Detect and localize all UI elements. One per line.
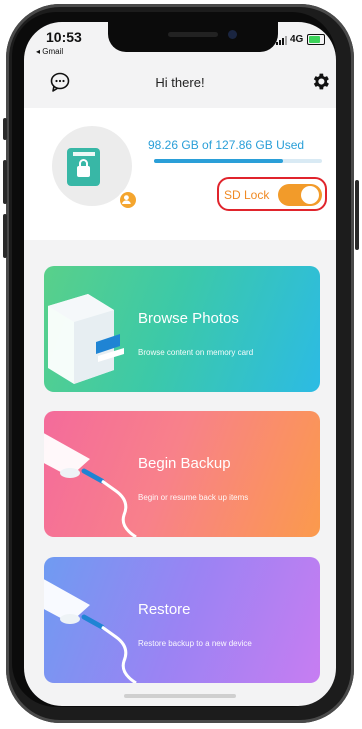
phone-cable-illustration [44, 433, 137, 537]
status-time: 10:53 [46, 29, 82, 45]
network-type: 4G [290, 34, 304, 45]
user-avatar-icon[interactable] [118, 190, 138, 210]
power-button [355, 180, 359, 250]
begin-backup-subtitle: Begin or resume back up items [138, 493, 249, 502]
browse-photos-subtitle: Browse content on memory card [138, 348, 254, 357]
browse-photos-title: Browse Photos [138, 310, 239, 327]
volume-up-button [3, 160, 7, 204]
begin-backup-card[interactable]: Begin Backup Begin or resume back up ite… [44, 411, 320, 537]
restore-title: Restore [138, 601, 191, 618]
sd-lock-toggle-knob [301, 186, 319, 204]
browse-photos-card[interactable]: Browse Photos Browse content on memory c… [44, 266, 320, 392]
front-camera [228, 30, 237, 39]
restore-card[interactable]: Restore Restore backup to a new device [44, 557, 320, 683]
gear-icon[interactable] [310, 71, 331, 92]
sd-card-lock-icon [67, 148, 100, 186]
storage-card: 98.26 GB of 127.86 GB Used SD Lock [24, 108, 336, 240]
restore-subtitle: Restore backup to a new device [138, 639, 252, 648]
speaker-grille [168, 32, 218, 37]
battery-icon [307, 34, 325, 45]
signal-icon [276, 36, 290, 45]
begin-backup-title: Begin Backup [138, 455, 231, 472]
sd-lock-toggle[interactable] [278, 184, 322, 206]
home-indicator[interactable] [124, 694, 236, 698]
storage-progress-bar [154, 159, 322, 163]
card-reader-illustration [48, 294, 124, 384]
mute-switch [3, 118, 7, 140]
notch [108, 22, 278, 52]
phone-cable-illustration [44, 579, 137, 683]
storage-usage-text: 98.26 GB of 127.86 GB Used [148, 138, 305, 152]
page-title: Hi there! [155, 75, 205, 90]
app-screen: 10:53 ◂ Gmail 4G Hi there! 98.26 GB of 1… [24, 22, 336, 706]
app-header: Hi there! [24, 62, 336, 106]
volume-down-button [3, 214, 7, 258]
back-to-app-link[interactable]: ◂ Gmail [36, 47, 63, 56]
storage-progress-fill [154, 159, 284, 163]
sd-lock-label: SD Lock [224, 188, 270, 202]
